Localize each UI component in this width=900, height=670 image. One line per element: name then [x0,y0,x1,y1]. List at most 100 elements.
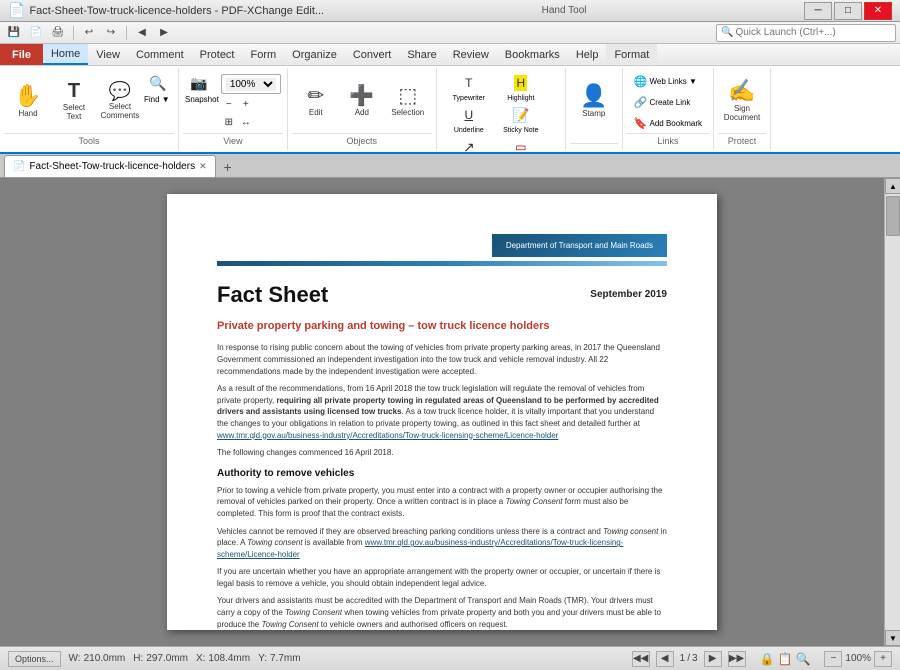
y-value: 7.7mm [270,653,301,664]
fit-width-button[interactable]: ↔ [238,114,254,130]
sign-document-icon: ✍ [728,80,755,102]
edit-button[interactable]: ✏ Edit [294,72,338,130]
search-icon: 🔍 [721,27,733,38]
add-button[interactable]: ➕ Add [340,72,384,130]
menu-help[interactable]: Help [568,44,607,65]
scroll-area[interactable]: Department of Transport and Main Roads F… [0,178,884,646]
sign-document-button[interactable]: ✍ SignDocument [720,72,764,130]
menu-view[interactable]: View [88,44,128,65]
select-text-button[interactable]: T SelectText [52,72,96,130]
hand-tool-button[interactable]: ✋ Hand [6,72,50,130]
snapshot-button[interactable]: 📷 [185,72,213,94]
menu-share[interactable]: Share [399,44,444,65]
maximize-button[interactable]: □ [834,2,862,20]
scroll-thumb[interactable] [886,196,900,236]
zoom-out-button[interactable]: − [221,96,237,112]
typewriter-label: Typewriter [453,95,485,102]
page-separator: / [687,653,690,664]
qa-print-btn[interactable]: 🖨 [48,24,68,42]
sticky-note-button[interactable]: 📝 [507,104,535,126]
vertical-scrollbar[interactable]: ▲ ▼ [884,178,900,646]
zoom-in-button[interactable]: + [238,96,254,112]
nav-next-button[interactable]: ▶ [704,651,722,667]
pdf-date: September 2019 [590,288,667,302]
sign-document-label: SignDocument [724,104,760,122]
quick-launch-search[interactable]: 🔍 [716,24,896,42]
pdf-italic-2: Towing consent [603,527,658,536]
qa-undo-btn[interactable]: ↩ [79,24,99,42]
width-label: W: [69,653,81,664]
width-value: 210.0mm [84,653,126,664]
typewriter-button[interactable]: T [455,72,483,94]
fit-page-button[interactable]: ⊞ [221,114,237,130]
highlight-label: Highlight [507,95,534,102]
menu-home[interactable]: Home [43,44,88,65]
close-button[interactable]: ✕ [864,2,892,20]
selection-button[interactable]: ⬚ Selection [386,72,430,130]
nav-last-button[interactable]: ▶▶ [728,651,746,667]
qa-forward-btn[interactable]: ▶ [154,24,174,42]
select-comments-button[interactable]: 💬 SelectComments [98,72,142,130]
find-button[interactable]: 🔍 [144,72,172,94]
highlight-button[interactable]: H [507,72,535,94]
find-icon: 🔍 [149,75,166,92]
menu-comment[interactable]: Comment [128,44,192,65]
scroll-down-button[interactable]: ▼ [885,630,900,646]
stamp-button[interactable]: 👤 Stamp [572,72,616,130]
typewriter-col: T Typewriter [443,72,495,102]
zoom-out-status-button[interactable]: − [824,651,842,667]
menu-review[interactable]: Review [445,44,497,65]
ribbon-group-tools: ✋ Hand T SelectText 💬 SelectComments 🔍 F… [0,68,179,150]
ribbon-stamp-content: 👤 Stamp [570,70,618,143]
menu-convert[interactable]: Convert [345,44,400,65]
arrow-col: ↗ Arrow ▼ [443,136,495,154]
edit-label: Edit [309,108,323,117]
web-links-button[interactable]: 🌐 Web Links ▼ [629,72,702,91]
underline-button[interactable]: U [455,104,483,126]
zoom-select[interactable]: 100% 75% 150% [226,78,276,91]
pdf-para-6: If you are uncertain whether you have an… [217,566,667,589]
menu-bar: File Home View Comment Protect Form Orga… [0,44,900,66]
tab-bar: 📄 Fact-Sheet-Tow-truck-licence-holders ✕… [0,154,900,178]
zoom-box[interactable]: 100% 75% 150% [221,74,281,94]
status-icon-1: 🔒 [760,652,775,666]
options-button[interactable]: Options... [8,651,61,667]
arrow-button[interactable]: ↗ [455,136,483,154]
pdf-logo: Department of Transport and Main Roads [492,234,667,257]
doc-tab-name: Fact-Sheet-Tow-truck-licence-holders [29,161,195,172]
zoom-in-status-button[interactable]: + [874,651,892,667]
menu-form[interactable]: Form [243,44,285,65]
qa-save-btn[interactable]: 💾 [4,24,24,42]
find-label: Find ▼ [144,95,172,104]
minimize-button[interactable]: ─ [804,2,832,20]
status-icon-2: 📋 [778,652,793,666]
tool-mode-label: Hand Tool [542,5,587,16]
add-label: Add [355,108,369,117]
menu-format[interactable]: Format [606,44,657,65]
doc-tab-close[interactable]: ✕ [199,161,207,172]
qa-redo-btn[interactable]: ↪ [101,24,121,42]
find-col: 🔍 Find ▼ [144,72,172,104]
nav-first-button[interactable]: ◀◀ [632,651,650,667]
arrow-icon: ↗ [463,139,475,155]
quick-launch-input[interactable] [735,27,875,38]
menu-protect[interactable]: Protect [192,44,243,65]
select-comments-label: SelectComments [101,102,140,120]
create-link-button[interactable]: 🔗 Create Link [629,93,696,112]
scroll-up-button[interactable]: ▲ [885,178,900,194]
page-current: 1 [680,653,686,664]
height-indicator: H: 297.0mm [133,653,188,664]
document-tab[interactable]: 📄 Fact-Sheet-Tow-truck-licence-holders ✕ [4,155,216,177]
new-tab-button[interactable]: + [218,157,238,177]
nav-prev-button[interactable]: ◀ [656,651,674,667]
menu-organize[interactable]: Organize [284,44,345,65]
add-bookmark-button[interactable]: 🔖 Add Bookmark [629,114,707,133]
stamp-group-label [570,143,618,148]
rectangle-button[interactable]: ▭ [507,136,535,154]
menu-file[interactable]: File [0,44,43,65]
pdf-link-1: www.tmr.qld.gov.au/business-industry/Acc… [217,431,558,440]
page-indicator: 1 / 3 [680,653,698,664]
qa-new-btn[interactable]: 📄 [26,24,46,42]
menu-bookmarks[interactable]: Bookmarks [497,44,568,65]
qa-back-btn[interactable]: ◀ [132,24,152,42]
